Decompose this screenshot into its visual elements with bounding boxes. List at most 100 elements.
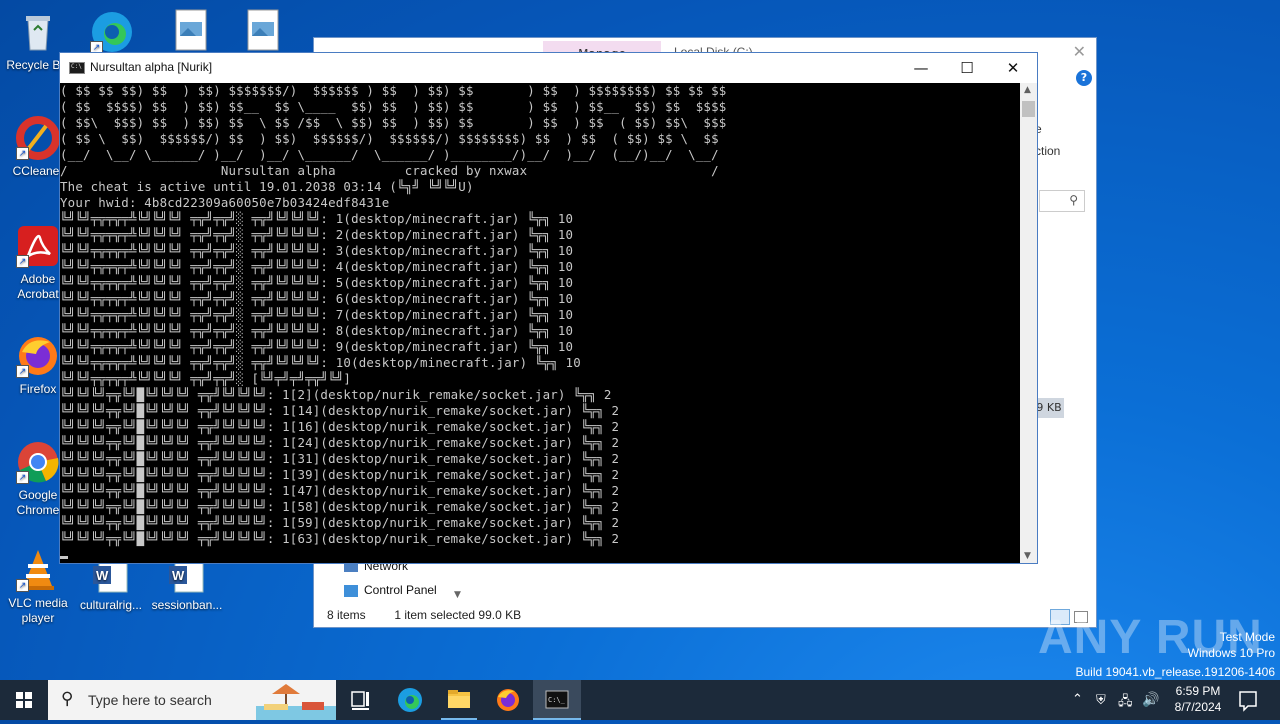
console-titlebar[interactable]: Nursultan alpha [Nurik] — ☐ ✕ [60,53,1037,83]
edge-icon [398,688,422,712]
console-line: ( $$ $$ $$) $$ ) $$) $$$$$$$/) $$$$$$ ) … [60,83,727,98]
console-output[interactable]: ( $$ $$ $$) $$ ) $$) $$$$$$$/) $$$$$$ ) … [60,83,1021,563]
close-button[interactable]: ✕ [990,53,1036,83]
windows-edition-label: Windows 10 Pro [1187,646,1275,660]
console-line: ╚╝╚╝╚╝╤╦╚╝█╚╝╚╝╚╝ ╤╦╝╚╝╚╝╚╝: 1[59](deskt… [60,515,620,530]
desktop-icon-edge[interactable]: ↗ [74,6,150,58]
minimize-button[interactable]: — [898,53,944,83]
firefox-icon [497,689,519,711]
action-center-button[interactable] [1236,680,1260,720]
console-line: ╚╝╚╝╤╦╤╦╤╩╚╝╚╝╚╝ ╤╦╝╤╦╝░ ╤╦╝╚╝╚╝╚╝: 9(de… [60,339,574,354]
start-button[interactable] [0,680,48,720]
console-window[interactable]: Nursultan alpha [Nurik] — ☐ ✕ ( $$ $$ $$… [59,52,1038,564]
console-line: ╚╝╚╝╚╝╤╦╚╝█╚╝╚╝╚╝ ╤╦╝╚╝╚╝╚╝: 1[63](deskt… [60,531,620,546]
console-scrollbar[interactable]: ▲ ▼ [1020,83,1037,563]
status-selection: 1 item selected 99.0 KB [394,608,522,622]
desktop-icon-label: CCleaner [12,164,64,178]
desktop-icon-label: Firefox [19,382,57,396]
console-line: ╚╝╚╝╚╝╤╦╚╝█╚╝╚╝╚╝ ╤╦╝╚╝╚╝╚╝: 1[47](deskt… [60,483,620,498]
search-icon: ⚲ [61,689,74,709]
console-line: ╚╝╚╝╤╦╤╦╤╩╚╝╚╝╚╝ ╤╦╝╤╦╝░ ╤╦╝╚╝╚╝╚╝: 3(de… [60,243,574,258]
help-icon[interactable]: ? [1076,70,1092,86]
explorer-close-button[interactable]: ✕ [1073,42,1086,61]
nav-item-label: Control Panel [364,583,437,597]
taskbar-edge-button[interactable] [386,680,434,720]
shortcut-arrow-icon: ↗ [16,471,29,484]
search-placeholder: Type here to search [88,692,212,708]
notification-icon [1239,691,1257,712]
scroll-down-icon[interactable]: ▼ [1024,551,1031,561]
console-line: ╚╝╚╝╤╦╤╦╤╩╚╝╚╝╚╝ ╤╦╝╤╦╝░ ╤╦╝╚╝╚╝╚╝: 7(de… [60,307,574,322]
console-line: ╚╝╚╝╤╦╤╦╤╩╚╝╚╝╚╝ ╤╦╝╤╦╝░ ╤╦╝╚╝╚╝╚╝: 8(de… [60,323,574,338]
svg-text:W: W [96,568,109,583]
acrobat-icon: ↗ [16,224,60,268]
console-line: ╚╝╚╝╚╝╤╦╚╝█╚╝╚╝╚╝ ╤╦╝╚╝╚╝╚╝: 1[24](deskt… [60,435,620,450]
console-app-icon [69,62,85,74]
desktop-icon-label: Adobe Acrobat [17,272,59,301]
taskbar-console-button[interactable]: C:\_ [533,680,581,720]
console-line: ╚╝╚╝╤╦╤╦╤╩╚╝╚╝╚╝ ╤╦╝╤╦╝░ ╤╦╝╚╝╚╝╚╝: 5(de… [60,275,574,290]
recycle-bin-icon [16,10,60,54]
scrollbar-thumb[interactable] [1022,101,1035,117]
security-icon[interactable]: ⛨ [1096,692,1106,708]
maximize-icon: ☐ [960,59,974,77]
desktop-icon-label: VLC media player [8,596,68,625]
status-item-count: 8 items [327,608,366,622]
window-title: Nursultan alpha [Nurik] [90,60,213,74]
search-input[interactable]: ⚲ [1039,190,1085,212]
desktop-file-1[interactable] [160,8,222,55]
shortcut-arrow-icon: ↗ [16,579,29,592]
search-highlight-image-icon [256,684,336,720]
taskbar-search-box[interactable]: ⚲ Type here to search [48,680,336,720]
console-line: ╚╝╚╝╚╝╤╦╚╝█╚╝╚╝╚╝ ╤╦╝╚╝╚╝╚╝: 1[16](deskt… [60,419,620,434]
windows-logo-icon [16,692,32,708]
console-line: / Nursultan alpha cracked by nxwax / [60,163,719,178]
ccleaner-icon: ↗ [16,116,60,160]
taskbar-firefox-button[interactable] [484,680,532,720]
console-line: ╚╝╚╝╤╦╤╦╤╩╚╝╚╝╚╝ ╤╦╝╤╦╝░ ╤╦╝╚╝╚╝╚╝: 4(de… [60,259,574,274]
console-icon: C:\_ [545,690,569,709]
console-line: ╚╝╚╝╚╝╤╦╚╝█╚╝╚╝╚╝ ╤╦╝╚╝╚╝╚╝: 1[58](deskt… [60,499,620,514]
show-hidden-icons-icon[interactable]: ⌃ [1072,691,1083,707]
close-icon: ✕ [1006,59,1020,77]
clock-date: 8/7/2024 [1174,700,1222,714]
taskbar-file-explorer-button[interactable] [435,680,483,720]
ribbon-text-fragment: ction [1035,144,1061,158]
shortcut-arrow-icon: ↗ [16,255,29,268]
test-mode-label: Test Mode [1219,630,1275,644]
nav-scroll-down-icon[interactable]: ▼ [454,590,461,600]
file-size-cell: 9 KB [1034,398,1064,418]
console-line: The cheat is active until 19.01.2038 03:… [60,179,474,194]
console-line: ╚╝╚╝╤╦╤╦╤╩╚╝╚╝╚╝ ╤╦╝╤╦╝░ ╤╦╝╚╝╚╝╚╝: 10(d… [60,355,581,370]
search-icon: ⚲ [1069,193,1078,207]
desktop-file-2[interactable] [232,8,294,55]
svg-text:C:\_: C:\_ [548,696,566,704]
console-line: ( $$ $$$$) $$ ) $$) $$__ $$ \____ $$) $$… [60,99,727,114]
console-line: ( $$ \ $$) $$$$$$/) $$ ) $$) $$$$$$/) $$… [60,131,719,146]
console-line: ╚╝╚╝╤╦╤╦╤╩╚╝╚╝╚╝ ╤╦╝╤╦╝░ [╚╝╤╝╤╝╤╦╝╚╝] [60,371,352,386]
desktop-icon-label: culturalrig... [79,598,143,612]
console-line: (__/ \__/ \______/ )__/ )__/ \______/ \_… [60,147,719,162]
folder-icon [448,690,470,708]
maximize-button[interactable]: ☐ [944,53,990,83]
task-view-button[interactable] [336,680,384,720]
console-line: ╚╝╚╝╤╦╤╦╤╩╚╝╚╝╚╝ ╤╦╝╤╦╝░ ╤╦╝╚╝╚╝╚╝: 2(de… [60,227,574,242]
volume-icon[interactable]: 🔊 [1142,691,1159,708]
nav-item-control-panel[interactable]: Control Panel [344,583,437,597]
shortcut-arrow-icon: ↗ [16,147,29,160]
shortcut-arrow-icon: ↗ [16,365,29,378]
firefox-icon: ↗ [16,334,60,378]
build-label: Build 19041.vb_release.191206-1406 [1075,665,1276,679]
network-icon[interactable]: 🖧 [1118,692,1133,714]
minimize-icon: — [913,59,929,77]
clock[interactable]: 6:59 PM 8/7/2024 [1160,680,1236,720]
chrome-icon: ↗ [16,440,60,484]
image-file-icon [247,9,279,51]
status-bar: 8 items 1 item selected 99.0 KB [327,608,521,622]
scroll-up-icon[interactable]: ▲ [1024,85,1031,95]
task-view-icon [351,691,369,710]
control-panel-icon [344,584,358,597]
console-line: ╚╝╚╝╚╝╤╦╚╝█╚╝╚╝╚╝ ╤╦╝╚╝╚╝╚╝: 1[14](deskt… [60,403,620,418]
text-cursor [60,556,68,559]
console-line: ╚╝╚╝╚╝╤╦╚╝█╚╝╚╝╚╝ ╤╦╝╚╝╚╝╚╝: 1[31](deskt… [60,451,620,466]
